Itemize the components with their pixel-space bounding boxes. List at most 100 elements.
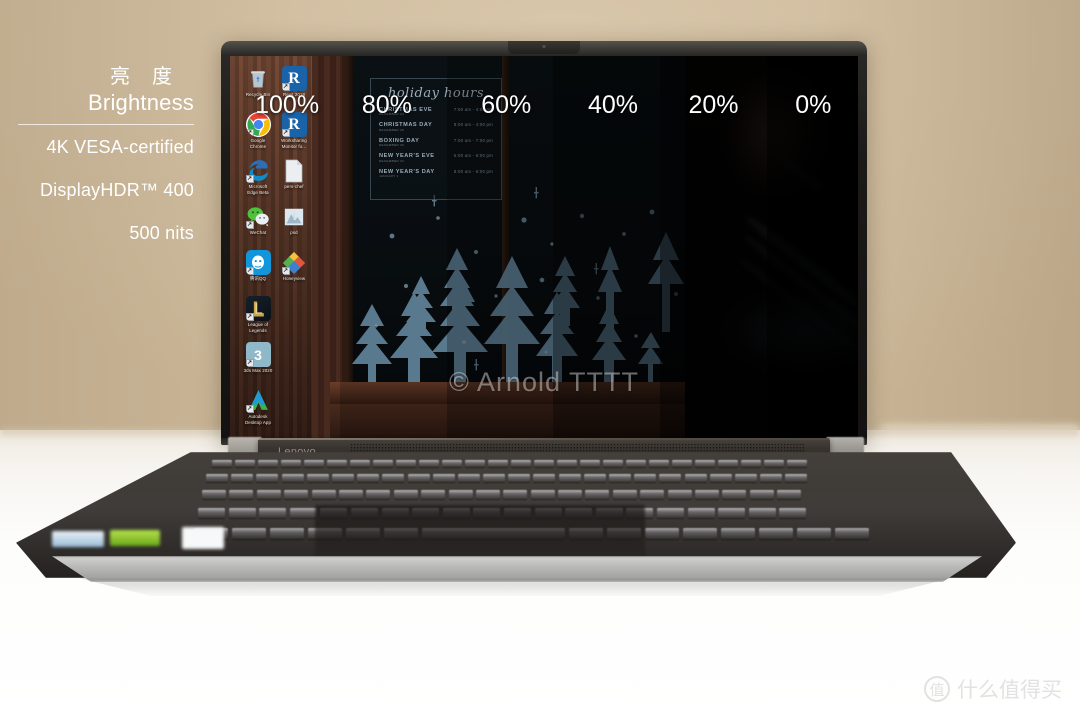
- keyboard-key[interactable]: [722, 490, 747, 499]
- keyboard-key[interactable]: [281, 474, 304, 482]
- keyboard-key[interactable]: [256, 474, 279, 482]
- sticker-intel: [52, 531, 104, 547]
- keyboard-key[interactable]: [777, 490, 802, 499]
- keyboard-key[interactable]: [720, 528, 755, 539]
- keyboard-key[interactable]: [442, 460, 462, 467]
- keyboard-key[interactable]: [475, 490, 500, 499]
- keyboard-key[interactable]: [603, 460, 623, 467]
- keyboard-key[interactable]: [232, 528, 266, 539]
- keyboard-key[interactable]: [366, 490, 391, 499]
- keyboard-key[interactable]: [748, 508, 776, 518]
- keyboard-key[interactable]: [448, 490, 473, 499]
- keyboard-row: [206, 474, 808, 482]
- keyboard-key[interactable]: [327, 460, 347, 467]
- keyboard-key[interactable]: [373, 460, 393, 467]
- overlay-title-en: Brightness: [88, 90, 194, 115]
- keyboard-key[interactable]: [421, 490, 446, 499]
- keyboard-key[interactable]: [419, 460, 439, 467]
- keyboard-key[interactable]: [228, 508, 256, 518]
- keyboard-key[interactable]: [231, 474, 254, 482]
- overlay-spec-nits: 500 nits: [129, 223, 194, 243]
- keyboard-key[interactable]: [749, 490, 774, 499]
- keyboard-key[interactable]: [734, 474, 757, 482]
- keyboard-key[interactable]: [667, 490, 692, 499]
- keyboard-key[interactable]: [256, 490, 281, 499]
- keyboard-key[interactable]: [465, 460, 485, 467]
- keyboard-key[interactable]: [331, 474, 354, 482]
- keyboard-key[interactable]: [270, 528, 304, 539]
- keyboard-key[interactable]: [659, 474, 682, 482]
- keyboard-key[interactable]: [304, 460, 324, 467]
- photographer-watermark: © Arnold TTTT: [449, 367, 639, 397]
- keyboard-key[interactable]: [709, 474, 732, 482]
- keyboard-key[interactable]: [634, 474, 657, 482]
- keyboard-key[interactable]: [258, 460, 278, 467]
- keyboard-key[interactable]: [534, 460, 554, 467]
- keyboard-key[interactable]: [656, 508, 684, 518]
- keyboard-key[interactable]: [672, 460, 692, 467]
- keyboard-key[interactable]: [457, 474, 480, 482]
- keyboard-key[interactable]: [407, 474, 430, 482]
- keyboard-key[interactable]: [289, 508, 317, 518]
- brightness-label-0: 0%: [795, 91, 832, 119]
- keyboard-key[interactable]: [558, 474, 581, 482]
- keyboard-key[interactable]: [259, 508, 287, 518]
- keyboard-key[interactable]: [393, 490, 418, 499]
- keyboard-key[interactable]: [533, 474, 556, 482]
- keyboard-key[interactable]: [760, 474, 783, 482]
- keyboard-key[interactable]: [758, 528, 793, 539]
- keyboard-key[interactable]: [212, 460, 232, 467]
- keyboard-key[interactable]: [311, 490, 336, 499]
- keyboard-key[interactable]: [396, 460, 416, 467]
- keyboard-key[interactable]: [612, 490, 637, 499]
- keyboard-key[interactable]: [202, 490, 226, 499]
- keyboard-key[interactable]: [695, 460, 715, 467]
- keyboard-key[interactable]: [235, 460, 255, 467]
- keyboard-key[interactable]: [488, 460, 508, 467]
- keyboard-key[interactable]: [787, 460, 807, 467]
- keyboard-key[interactable]: [796, 528, 831, 539]
- keyboard-key[interactable]: [229, 490, 254, 499]
- keyboard-key[interactable]: [206, 474, 228, 482]
- keyboard-key[interactable]: [583, 474, 606, 482]
- brightness-label-20: 20%: [688, 91, 739, 119]
- keyboard-key[interactable]: [580, 460, 600, 467]
- keyboard-key[interactable]: [682, 528, 717, 539]
- brightness-label-40: 40%: [587, 91, 638, 119]
- keyboard-key[interactable]: [684, 474, 707, 482]
- keyboard-key[interactable]: [432, 474, 455, 482]
- keyboard-key[interactable]: [585, 490, 610, 499]
- brightness-label-100: 100%: [255, 91, 320, 119]
- keyboard-key[interactable]: [511, 460, 531, 467]
- keyboard-key[interactable]: [741, 460, 761, 467]
- keyboard-key[interactable]: [695, 490, 720, 499]
- keyboard-key[interactable]: [284, 490, 309, 499]
- keyboard-key[interactable]: [779, 508, 807, 518]
- keyboard-key[interactable]: [306, 474, 329, 482]
- keyboard-key[interactable]: [350, 460, 370, 467]
- keyboard-key[interactable]: [530, 490, 555, 499]
- keyboard-key[interactable]: [503, 490, 528, 499]
- keyboard-key[interactable]: [483, 474, 506, 482]
- keyboard-key[interactable]: [198, 508, 225, 518]
- keyboard-key[interactable]: [764, 460, 784, 467]
- keyboard-key[interactable]: [557, 460, 577, 467]
- keyboard-key[interactable]: [834, 528, 869, 539]
- keyboard-key[interactable]: [626, 460, 646, 467]
- keyboard-key[interactable]: [785, 474, 808, 482]
- keyboard-key[interactable]: [718, 460, 738, 467]
- keyboard-key[interactable]: [644, 528, 679, 539]
- keyboard-key[interactable]: [281, 460, 301, 467]
- brightness-overlay-caption: 亮度 Brightness 4K VESA-certified DisplayH…: [0, 60, 210, 244]
- keyboard-key[interactable]: [357, 474, 380, 482]
- overlay-spec-hdr: DisplayHDR™ 400: [39, 180, 194, 200]
- keyboard-key[interactable]: [609, 474, 631, 482]
- keyboard-key[interactable]: [508, 474, 531, 482]
- keyboard-key[interactable]: [687, 508, 715, 518]
- keyboard-key[interactable]: [640, 490, 665, 499]
- keyboard-key[interactable]: [649, 460, 669, 467]
- keyboard-key[interactable]: [382, 474, 405, 482]
- keyboard-key[interactable]: [718, 508, 746, 518]
- keyboard-key[interactable]: [558, 490, 583, 499]
- keyboard-key[interactable]: [338, 490, 363, 499]
